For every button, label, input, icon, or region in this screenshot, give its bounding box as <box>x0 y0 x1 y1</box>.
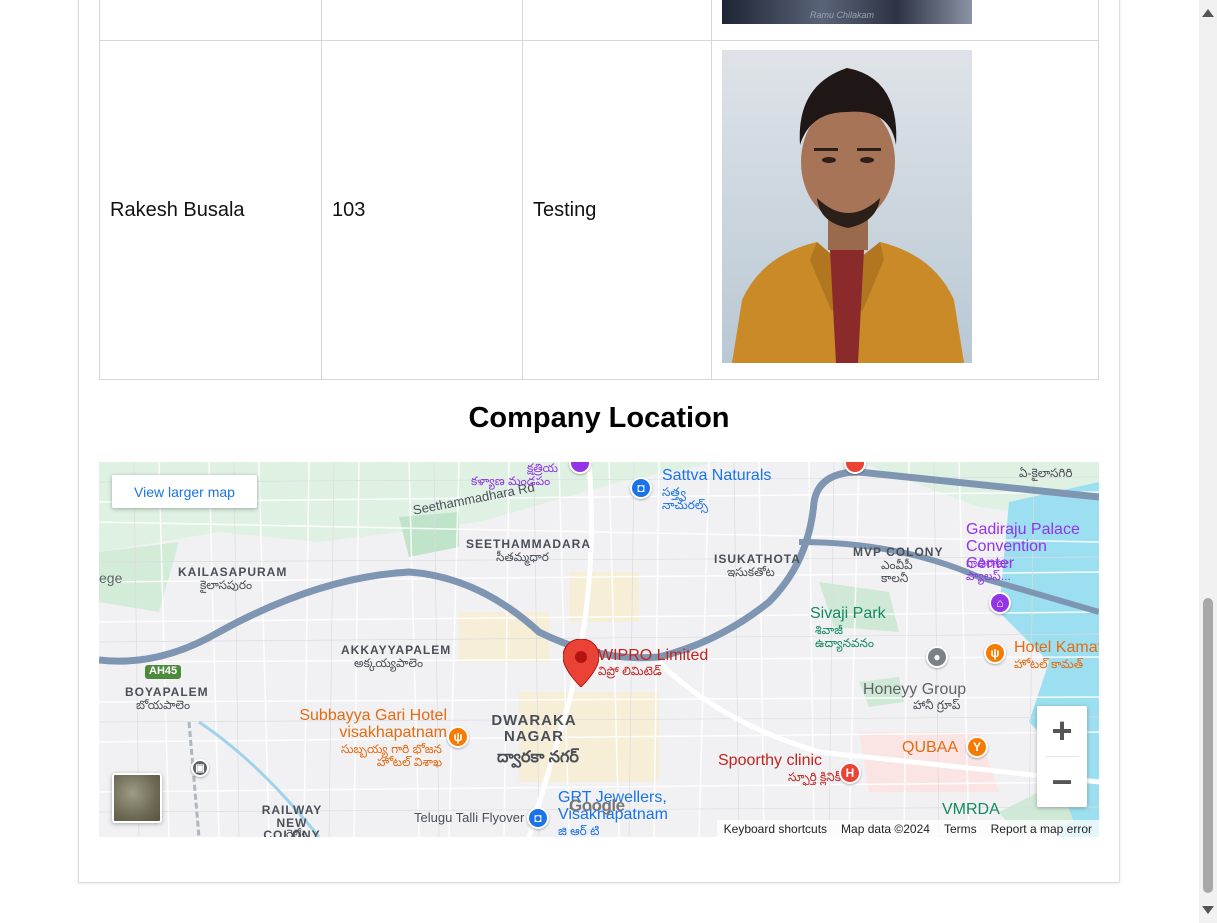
restaurant-icon[interactable]: ψ <box>984 642 1006 664</box>
area-label: KAILASAPURAM <box>178 565 288 579</box>
poi-label-te: హానీ గ్రూప్ <box>913 698 961 712</box>
poi-label: Subbayya Gari Hotel visakhapatnam <box>299 707 447 741</box>
zoom-in-button[interactable]: + <box>1037 706 1087 756</box>
poi-label: క్షత్రియ <box>527 462 559 475</box>
building-icon[interactable]: ⌂ <box>989 592 1011 614</box>
area-label-te: కైలాసపురం <box>200 578 253 592</box>
page-scrollbar[interactable] <box>1199 0 1217 923</box>
map-attribution: Keyboard shortcuts Map data ©2024 Terms … <box>716 820 1099 837</box>
zoom-controls: + − <box>1037 706 1087 807</box>
photo-watermark: Ramu Chilakam <box>810 10 875 20</box>
poi-label-te: గాడిరాజు ప్యాలస్... <box>966 556 1011 583</box>
scroll-down-icon[interactable] <box>1202 906 1214 914</box>
employee-name: Rakesh Busala <box>99 40 322 380</box>
area-label-te: ఎంవీపీ కాలనీ <box>881 558 913 585</box>
zoom-out-button[interactable]: − <box>1037 757 1087 807</box>
terms-link[interactable]: Terms <box>944 822 977 836</box>
road-label: Telugu Talli Flyover <box>414 810 525 825</box>
employee-id: 103 <box>321 40 523 380</box>
area-label: MVP COLONY <box>853 545 944 559</box>
scrollbar-thumb[interactable] <box>1203 598 1213 893</box>
area-label-te: బోయపాలెం <box>136 698 191 712</box>
scroll-up-icon[interactable] <box>1202 9 1214 17</box>
area-label: AKKAYYAPALEM <box>341 643 452 657</box>
cafe-icon[interactable]: Y <box>966 736 988 758</box>
area-label-te: రైల్వే <box>286 827 308 837</box>
poi-label-te: స్ఫూర్తి క్లినిక్ <box>788 770 841 784</box>
poi-label: Sivaji Park <box>810 605 886 622</box>
area-label-te: ఇసుకతోట <box>727 565 775 579</box>
poi-label: Hotel Kamat <box>1014 639 1099 656</box>
view-larger-map-button[interactable]: View larger map <box>112 475 257 508</box>
area-label: BOYAPALEM <box>125 685 209 699</box>
section-title: Company Location <box>468 402 730 434</box>
poi-label-te: జి ఆర్ టి <box>558 824 600 837</box>
area-label-te: అక్కయ్యపాలెం <box>354 656 424 670</box>
poi-label-te: హోటల్ కామత్ <box>1014 657 1084 671</box>
marker-label: WIPRO Limited <box>598 647 709 664</box>
marker-label-te: విప్రో లిమిటెడ్ <box>598 664 662 678</box>
employee-department: Testing <box>522 40 712 380</box>
poi-label: QUBAA <box>902 739 959 756</box>
poi-label: Honeyy Group <box>863 681 967 698</box>
poi-label-te: సత్త్వ నాచురల్స్ <box>662 485 708 512</box>
poi-label-te: శివాజీ ఉద్యానవనం <box>815 623 875 650</box>
area-label: DWARAKA NAGAR <box>491 712 577 745</box>
poi-label: ege <box>99 570 123 586</box>
poi-label: Sattva Naturals <box>662 467 772 484</box>
shopping-bag-icon[interactable]: ◘ <box>527 807 549 829</box>
area-label: SEETHAMMADARA <box>466 537 591 551</box>
poi-label-te: ఏ-కైలాసగిరి <box>1019 466 1073 480</box>
restaurant-icon[interactable]: ψ <box>447 726 469 748</box>
area-label-te: ద్వారకా నగర్ <box>497 749 579 766</box>
place-icon[interactable]: ● <box>926 646 948 668</box>
poi-label: Spoorthy clinic <box>718 752 823 769</box>
area-label: ISUKATHOTA <box>714 552 801 566</box>
report-map-error-link[interactable]: Report a map error <box>991 822 1092 836</box>
location-marker-icon[interactable] <box>563 639 599 687</box>
company-location-map[interactable]: View larger map SEETHAMMADARA సీతమ్మధార … <box>99 462 1099 837</box>
employee-photo: Ramu Chilakam <box>722 0 972 24</box>
employee-photo <box>722 50 972 363</box>
shopping-bag-icon[interactable]: ◘ <box>630 477 652 499</box>
poi-label: VMRDA <box>942 801 1000 818</box>
hospital-icon[interactable]: H <box>839 762 861 784</box>
poi-label: కళ్యాణ మండపం <box>471 474 551 488</box>
keyboard-shortcuts-link[interactable]: Keyboard shortcuts <box>724 822 827 836</box>
highway-shield: AH45 <box>145 665 182 679</box>
bus-stop-icon[interactable]: ▣ <box>191 759 209 777</box>
satellite-toggle-button[interactable] <box>112 773 162 823</box>
google-logo: Google <box>569 796 625 815</box>
map-data-label: Map data ©2024 <box>841 821 930 836</box>
person-portrait <box>732 68 964 363</box>
poi-label-te: సుబ్బయ్య గారి భోజన హోటల్ విశాఖ <box>340 742 442 769</box>
area-label-te: సీతమ్మధార <box>496 550 549 564</box>
